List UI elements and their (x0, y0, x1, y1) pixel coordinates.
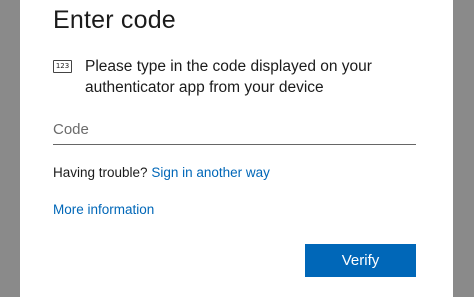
code-input[interactable] (53, 114, 416, 145)
more-information-link[interactable]: More information (53, 202, 154, 217)
trouble-row: Having trouble? Sign in another way (53, 165, 270, 180)
verify-button[interactable]: Verify (305, 244, 416, 277)
keypad-123-icon: 123 (53, 60, 72, 73)
trouble-label: Having trouble? (53, 165, 152, 180)
sign-in-another-way-link[interactable]: Sign in another way (151, 165, 270, 180)
instruction-text: Please type in the code displayed on you… (85, 58, 372, 96)
dialog-title: Enter code (53, 6, 176, 34)
enter-code-card: Enter code 123 Please type in the code d… (20, 0, 453, 297)
